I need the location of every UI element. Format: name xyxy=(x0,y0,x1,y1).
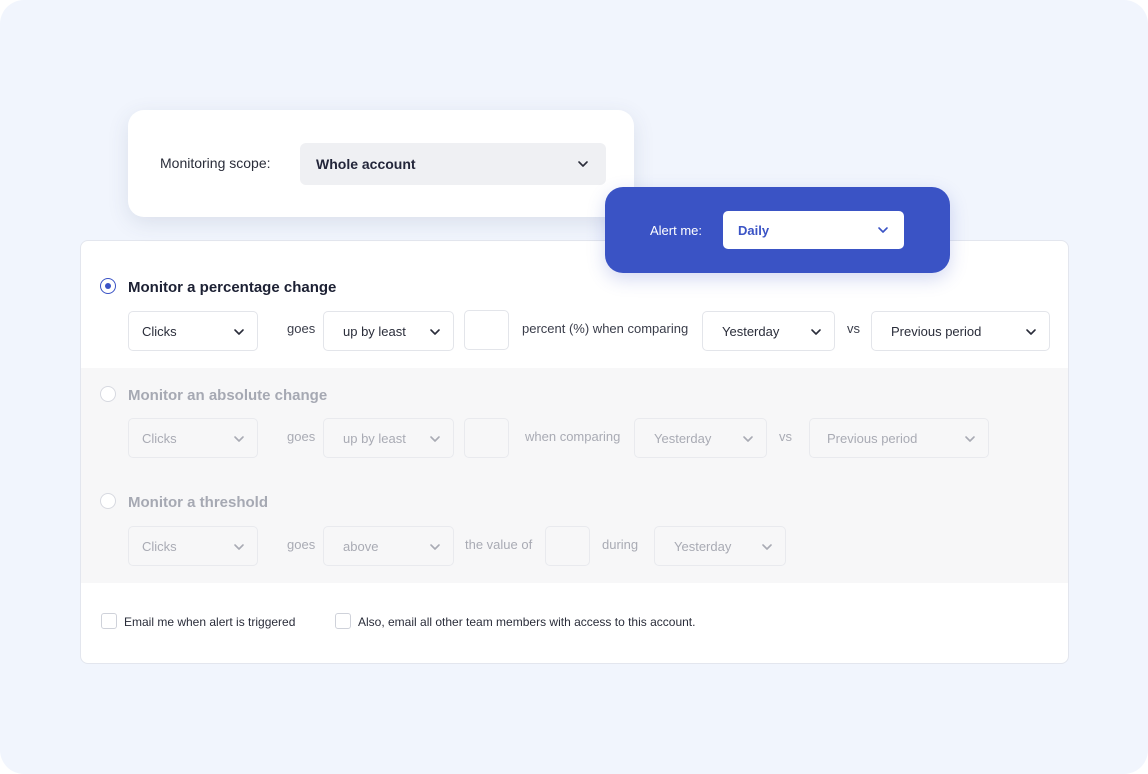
chevron-down-icon xyxy=(741,432,755,446)
email-me-label: Email me when alert is triggered xyxy=(124,615,296,629)
threshold-title: Monitor a threshold xyxy=(128,494,268,511)
percentage-metric-select[interactable]: Clicks xyxy=(128,311,258,351)
select-value: up by least xyxy=(343,323,406,339)
absolute-period-select[interactable]: Yesterday xyxy=(634,418,767,458)
chevron-down-icon xyxy=(232,325,246,339)
chevron-down-icon xyxy=(428,540,442,554)
radio-threshold[interactable] xyxy=(100,493,116,509)
absolute-direction-select[interactable]: up by least xyxy=(323,418,454,458)
select-value: Previous period xyxy=(827,430,918,446)
vs-label: vs xyxy=(847,321,860,336)
select-value: above xyxy=(343,538,379,554)
during-label: during xyxy=(602,537,639,552)
email-team-checkbox[interactable] xyxy=(335,613,351,629)
absolute-compare-select[interactable]: Previous period xyxy=(809,418,989,458)
chevron-down-icon xyxy=(576,157,590,174)
chevron-down-icon xyxy=(428,325,442,339)
percentage-period-select[interactable]: Yesterday xyxy=(702,311,835,351)
vs-label: vs xyxy=(779,429,792,444)
alert-frequency-card: Alert me: Daily xyxy=(605,187,950,273)
goes-label: goes xyxy=(287,537,316,552)
radio-percentage-change[interactable] xyxy=(100,278,116,294)
select-value: Previous period xyxy=(891,323,982,339)
select-value: Daily xyxy=(738,222,770,238)
select-value: Clicks xyxy=(142,538,177,554)
chevron-down-icon xyxy=(428,432,442,446)
chevron-down-icon xyxy=(809,325,823,339)
select-value: Yesterday xyxy=(722,323,780,339)
select-value: Clicks xyxy=(142,430,177,446)
chevron-down-icon xyxy=(232,540,246,554)
select-value: Yesterday xyxy=(674,538,732,554)
percentage-change-title: Monitor a percentage change xyxy=(128,279,337,296)
alert-frequency-select[interactable]: Daily xyxy=(723,211,904,249)
email-me-checkbox[interactable] xyxy=(101,613,117,629)
percentage-direction-select[interactable]: up by least xyxy=(323,311,454,351)
radio-absolute-change[interactable] xyxy=(100,386,116,402)
select-value: Whole account xyxy=(316,156,416,172)
chevron-down-icon xyxy=(1024,325,1038,339)
absolute-comparing-label: when comparing xyxy=(525,429,621,444)
chevron-down-icon xyxy=(876,223,890,240)
select-value: Clicks xyxy=(142,323,177,339)
select-value: Yesterday xyxy=(654,430,712,446)
threshold-period-select[interactable]: Yesterday xyxy=(654,526,786,566)
percentage-comparing-label: percent (%) when comparing xyxy=(522,321,689,336)
monitoring-scope-card: Monitoring scope: Whole account xyxy=(128,110,634,217)
threshold-direction-select[interactable]: above xyxy=(323,526,454,566)
chevron-down-icon xyxy=(232,432,246,446)
value-of-label: the value of xyxy=(465,537,533,552)
chevron-down-icon xyxy=(963,432,977,446)
percentage-value-input[interactable] xyxy=(464,310,509,350)
absolute-change-title: Monitor an absolute change xyxy=(128,387,328,404)
monitoring-scope-label: Monitoring scope: xyxy=(160,155,271,171)
alert-settings-card: Monitor a percentage change Clicks goes … xyxy=(80,240,1069,664)
monitoring-scope-select[interactable]: Whole account xyxy=(300,143,606,185)
threshold-value-input[interactable] xyxy=(545,526,590,566)
percentage-compare-select[interactable]: Previous period xyxy=(871,311,1050,351)
absolute-metric-select[interactable]: Clicks xyxy=(128,418,258,458)
absolute-value-input[interactable] xyxy=(464,418,509,458)
email-team-label: Also, email all other team members with … xyxy=(358,615,696,629)
goes-label: goes xyxy=(287,429,316,444)
chevron-down-icon xyxy=(760,540,774,554)
goes-label: goes xyxy=(287,321,316,336)
alert-me-label: Alert me: xyxy=(650,223,703,238)
select-value: up by least xyxy=(343,430,406,446)
threshold-metric-select[interactable]: Clicks xyxy=(128,526,258,566)
